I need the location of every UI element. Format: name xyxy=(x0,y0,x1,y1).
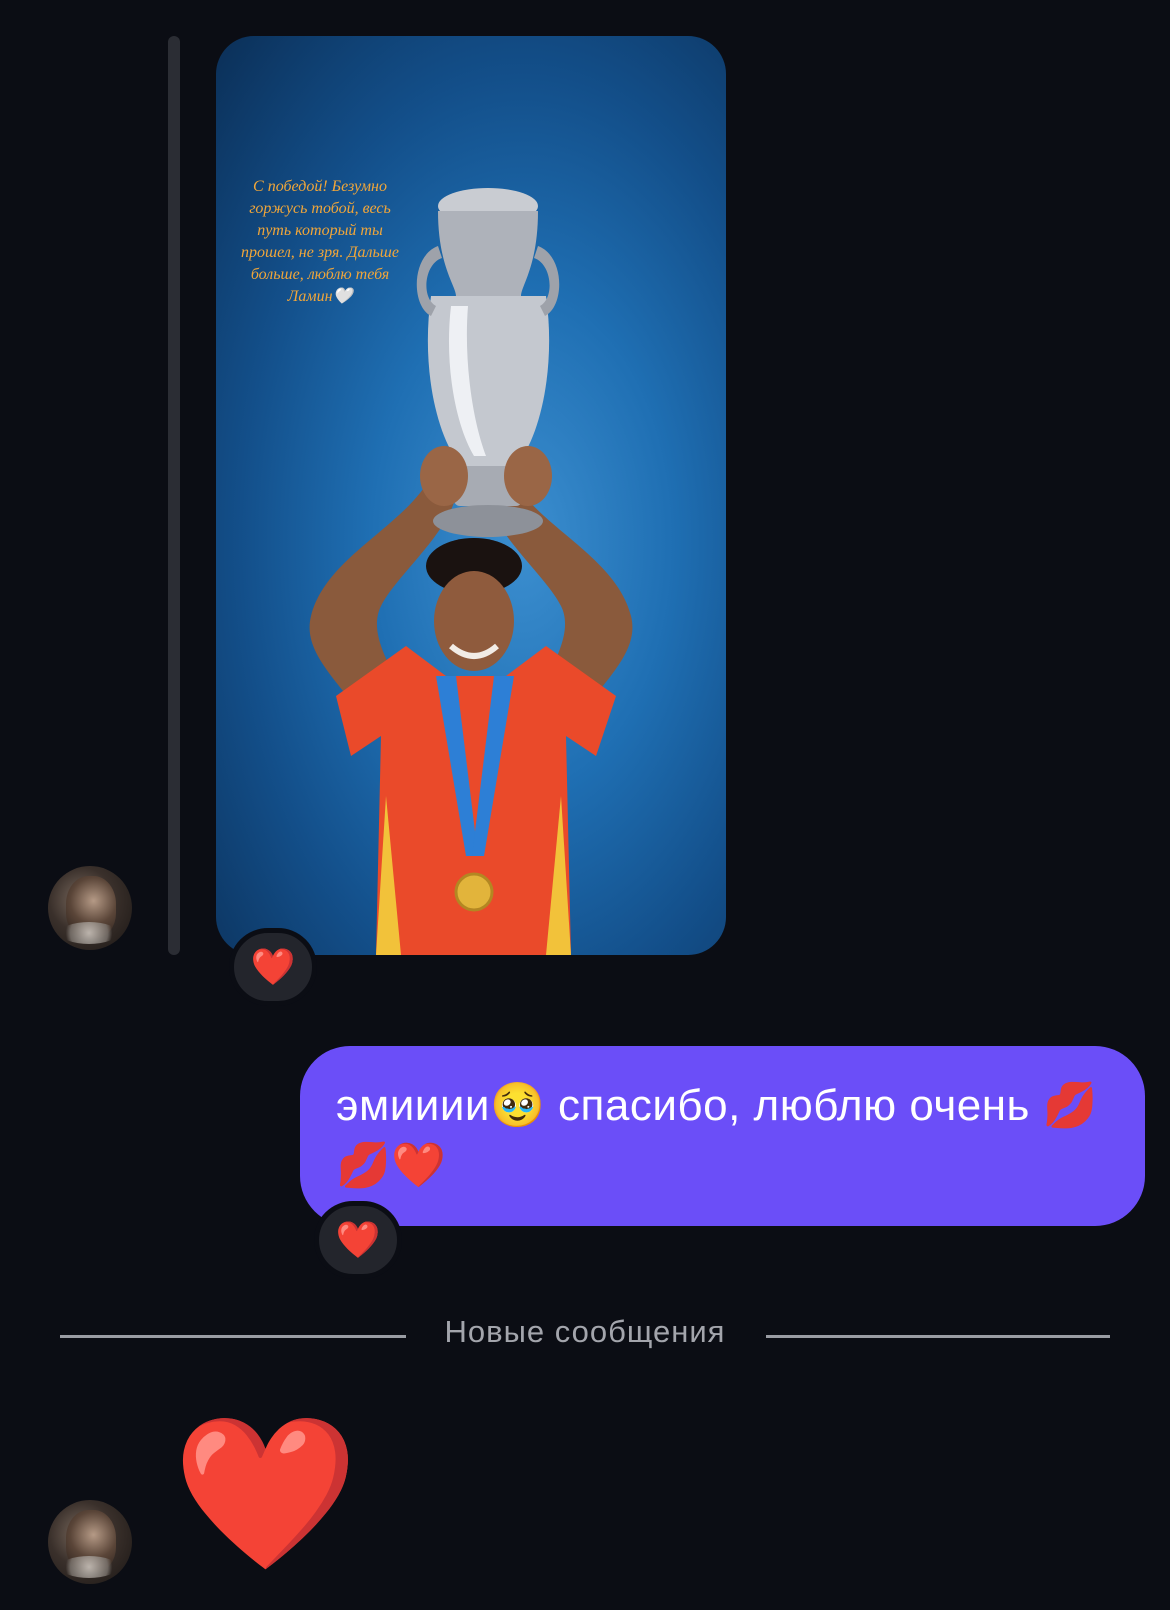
incoming-heart-message[interactable]: ❤️ xyxy=(172,1418,359,1568)
shared-story-card[interactable]: С победой! Безумно горжусь тобой, весь п… xyxy=(216,36,726,955)
contact-avatar[interactable] xyxy=(48,1500,132,1584)
red-heart-icon: ❤️ xyxy=(250,946,296,987)
story-photo xyxy=(309,188,633,955)
new-messages-label: Новые сообщения xyxy=(444,1314,726,1349)
message-reaction-badge[interactable]: ❤️ xyxy=(314,1201,402,1279)
outgoing-message-bubble[interactable]: эмииии🥹 спасибо, люблю очень 💋💋❤️ xyxy=(300,1046,1145,1226)
story-reaction-badge[interactable]: ❤️ xyxy=(229,928,317,1006)
outgoing-message-text: эмииии🥹 спасибо, люблю очень 💋💋❤️ xyxy=(336,1081,1098,1190)
story-caption-text: С победой! Безумно горжусь тобой, весь п… xyxy=(241,178,399,305)
story-reply-bar xyxy=(168,36,180,955)
contact-avatar[interactable] xyxy=(48,866,132,950)
red-heart-icon: ❤️ xyxy=(335,1219,381,1260)
